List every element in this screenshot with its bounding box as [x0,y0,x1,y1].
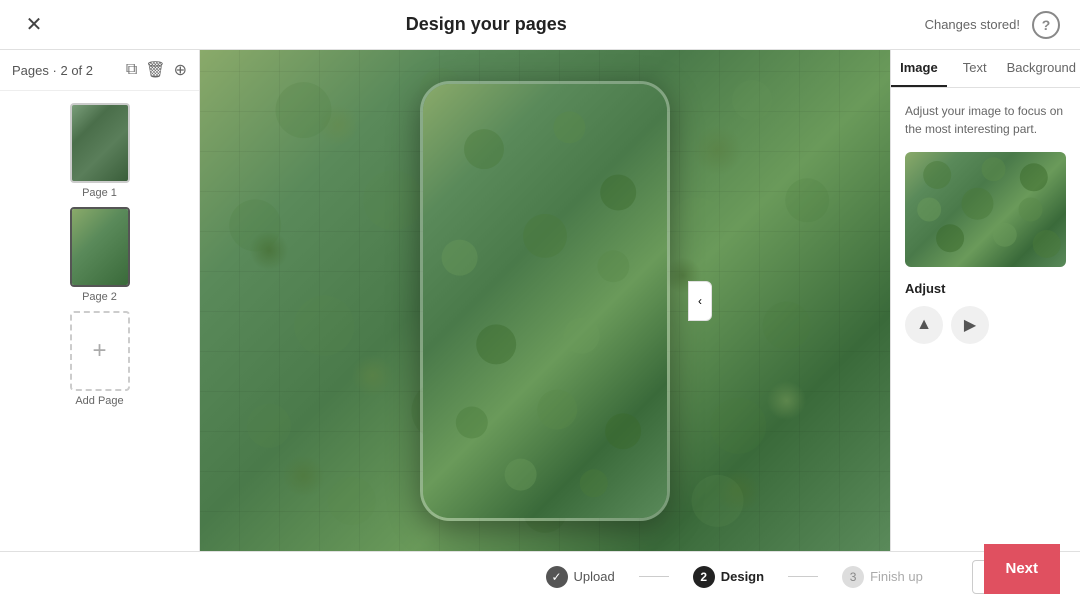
top-bar-right: Changes stored! ? [925,11,1060,39]
triangle-up-icon: ▲ [916,316,932,334]
add-page-header-button[interactable]: ⊕ [174,60,187,80]
page-item-1[interactable]: Page 1 [12,103,187,199]
pages-label-text: Pages [12,63,49,78]
tab-text[interactable]: Text [947,50,1003,87]
pages-list: Page 1 Page 2 + Add Page [0,91,199,551]
right-tabs: Image Text Background [891,50,1080,88]
adjust-up-button[interactable]: ▲ [905,306,943,344]
pages-count-label: Pages · 2 of 2 [12,63,93,78]
tab-background[interactable]: Background [1003,50,1080,87]
adjust-section: Adjust ▲ ▶ [905,281,1066,344]
right-panel-content: Adjust your image to focus on the most i… [891,88,1080,551]
right-panel: Image Text Background Adjust your image … [890,50,1080,551]
delete-page-button[interactable]: 🗑 [145,60,165,80]
bottom-right: Preview Next [972,560,1060,594]
step-upload: ✓ Upload [546,566,615,588]
step-design-num: 2 [693,566,715,588]
next-button[interactable]: Next [984,544,1061,594]
chevron-left-icon: ‹ [698,294,702,308]
close-icon: ✕ [26,12,43,37]
page-label-2: Page 2 [82,291,117,303]
phone-frame [420,81,670,521]
top-bar: ✕ Design your pages Changes stored! ? [0,0,1080,50]
page-thumb-1 [70,103,130,183]
changes-stored-label: Changes stored! [925,17,1020,32]
collapse-sidebar-button[interactable]: ‹ [688,281,712,321]
pages-actions: ⧉ 🗑 ⊕ [126,60,187,80]
page-thumb-image-1 [72,105,128,181]
step-finish: 3 Finish up [842,566,923,588]
bottom-steps: ✓ Upload 2 Design 3 Finish up [496,566,972,588]
step-finish-num: 3 [842,566,864,588]
step-upload-num: ✓ [546,566,568,588]
step-finish-label: Finish up [870,569,923,584]
step-design: 2 Design [693,566,764,588]
add-icon: ⊕ [174,60,187,80]
phone-texture-svg [423,84,667,518]
add-page-label: Add Page [75,395,123,407]
page-title: Design your pages [406,14,567,35]
plus-icon: + [92,337,106,365]
tab-image[interactable]: Image [891,50,947,87]
pages-panel: Pages · 2 of 2 ⧉ 🗑 ⊕ [0,50,200,551]
page-thumb-image-2 [72,209,128,285]
trash-icon: 🗑 [145,60,165,80]
adjust-controls: ▲ ▶ [905,306,1066,344]
preview-texture [905,152,1066,267]
close-button[interactable]: ✕ [20,11,48,39]
pages-current: 2 [60,63,67,78]
page-label-1: Page 1 [82,187,117,199]
canvas-area: ‹ [200,50,890,551]
adjust-label: Adjust [905,281,1066,296]
help-button[interactable]: ? [1032,11,1060,39]
pages-total: 2 [86,63,93,78]
step-upload-label: Upload [574,569,615,584]
adjust-right-button[interactable]: ▶ [951,306,989,344]
bottom-bar: ✓ Upload 2 Design 3 Finish up Preview Ne… [0,551,1080,601]
pages-separator: · [53,63,57,78]
add-page-item[interactable]: + Add Page [12,311,187,407]
step-divider-2 [788,576,818,577]
add-page-button[interactable]: + [70,311,130,391]
right-panel-description: Adjust your image to focus on the most i… [905,102,1066,138]
play-icon: ▶ [964,315,976,335]
page-item-2[interactable]: Page 2 [12,207,187,303]
step-divider-1 [639,576,669,577]
duplicate-page-button[interactable]: ⧉ [126,61,137,79]
step-design-label: Design [721,569,764,584]
main-area: Pages · 2 of 2 ⧉ 🗑 ⊕ [0,50,1080,551]
image-preview-thumbnail [905,152,1066,267]
top-bar-left: ✕ [20,11,48,39]
duplicate-icon: ⧉ [126,61,137,79]
pages-header: Pages · 2 of 2 ⧉ 🗑 ⊕ [0,50,199,91]
page-thumb-2 [70,207,130,287]
